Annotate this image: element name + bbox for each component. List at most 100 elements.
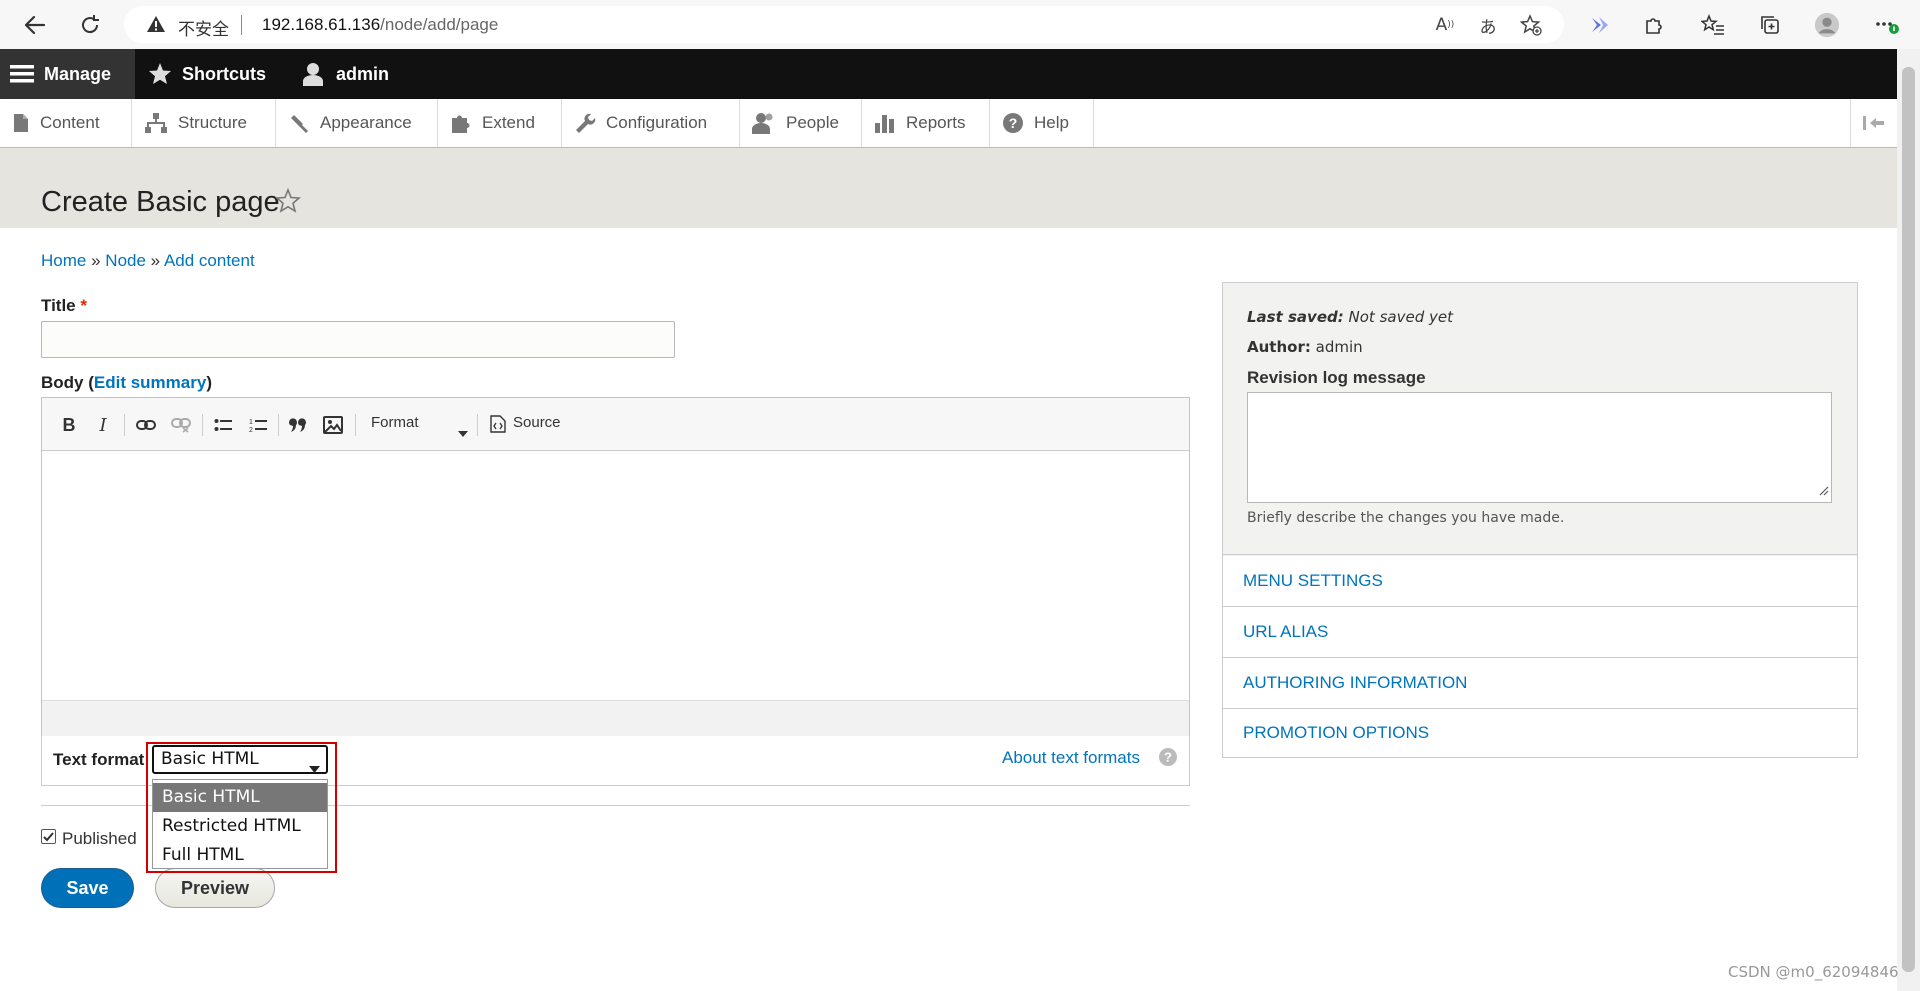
preview-button[interactable]: Preview xyxy=(155,868,275,908)
required-marker: * xyxy=(80,296,87,315)
toolbar-separator xyxy=(124,414,125,436)
read-aloud-icon[interactable]: A)) xyxy=(1434,14,1456,36)
help-icon: ? xyxy=(1003,113,1023,133)
file-icon xyxy=(14,114,28,132)
collapse-left-icon xyxy=(1863,116,1884,130)
image-icon[interactable] xyxy=(320,412,346,438)
collections-icon[interactable] xyxy=(1757,12,1783,38)
user-tab[interactable]: admin xyxy=(302,49,389,99)
about-text-formats-link[interactable]: About text formats xyxy=(1002,748,1140,768)
edit-summary-link[interactable]: Edit summary xyxy=(94,373,206,392)
star-filled-icon xyxy=(149,63,171,84)
toolbar-separator xyxy=(477,414,478,436)
author-line: Author: admin xyxy=(1247,338,1363,356)
source-code-icon xyxy=(490,415,506,437)
link-icon[interactable] xyxy=(133,412,159,438)
insecure-label: 不安全 xyxy=(178,20,229,40)
revision-log-label: Revision log message xyxy=(1247,368,1426,387)
tray-item-label: Extend xyxy=(482,113,535,132)
tray-item-appearance[interactable]: Appearance xyxy=(276,99,438,147)
tray-item-label: Content xyxy=(40,113,100,132)
breadcrumb: Home » Node » Add content xyxy=(41,251,255,271)
user-label: admin xyxy=(336,63,390,84)
tray-item-extend[interactable]: Extend xyxy=(438,99,562,147)
extensions-puzzle-icon[interactable] xyxy=(1641,12,1667,38)
shortcuts-tab[interactable]: Shortcuts xyxy=(148,49,266,99)
body-editor[interactable]: B I 12 Format Source xyxy=(41,397,1190,736)
breadcrumb-separator: » xyxy=(91,251,101,270)
text-format-label: Text format xyxy=(53,750,145,769)
author-label: Author: xyxy=(1247,338,1311,356)
refresh-icon[interactable] xyxy=(77,12,103,38)
section-menu-settings[interactable]: MENU SETTINGS xyxy=(1223,556,1857,607)
wrench-icon xyxy=(576,113,596,133)
browser-toolbar: 不安全 192.168.61.136/node/add/page A)) あ xyxy=(0,0,1920,49)
back-arrow-icon[interactable] xyxy=(22,12,48,38)
bulleted-list-icon[interactable] xyxy=(210,412,236,438)
tray-item-label: Help xyxy=(1034,113,1069,132)
format-dropdown[interactable]: Format xyxy=(371,414,419,431)
scrollbar-thumb[interactable] xyxy=(1902,67,1915,972)
profile-avatar-icon[interactable] xyxy=(1814,12,1840,38)
tray-item-label: Appearance xyxy=(320,113,412,132)
page-scrollbar[interactable] xyxy=(1897,49,1920,991)
toolbar-separator xyxy=(202,414,203,436)
admin-menu-tray: Content Structure Appearance Extend Conf… xyxy=(0,99,1897,148)
translate-icon[interactable]: あ xyxy=(1477,14,1499,38)
tray-item-people[interactable]: People xyxy=(740,99,862,147)
resize-grip-icon[interactable] xyxy=(1819,481,1829,500)
more-menu-icon[interactable] xyxy=(1874,12,1900,38)
last-saved-line: Last saved: Not saved yet xyxy=(1247,308,1453,326)
manage-label: Manage xyxy=(44,63,112,84)
numbered-list-icon[interactable]: 12 xyxy=(245,412,271,438)
help-circle-icon[interactable]: ? xyxy=(1158,747,1178,771)
breadcrumb-home[interactable]: Home xyxy=(41,251,86,270)
page-title: Create Basic page xyxy=(41,186,280,218)
tray-item-content[interactable]: Content xyxy=(0,99,132,147)
collapse-tray-button[interactable] xyxy=(1850,99,1897,147)
svg-text:?: ? xyxy=(1164,750,1172,765)
revision-log-textarea[interactable] xyxy=(1247,392,1832,503)
section-url-alias[interactable]: URL ALIAS xyxy=(1223,607,1857,658)
published-checkbox[interactable] xyxy=(41,829,56,844)
body-label-text: Body xyxy=(41,373,84,392)
body-label: Body (Edit summary) xyxy=(41,373,212,392)
svg-text:2: 2 xyxy=(249,427,253,433)
shortcut-star-icon[interactable] xyxy=(275,187,301,218)
svg-text:1: 1 xyxy=(249,419,253,426)
meta-sidebar: Last saved: Not saved yet Author: admin … xyxy=(1222,282,1858,758)
breadcrumb-node[interactable]: Node xyxy=(105,251,146,270)
meta-info-box: Last saved: Not saved yet Author: admin … xyxy=(1223,283,1857,555)
italic-icon[interactable]: I xyxy=(90,412,116,438)
editor-footer xyxy=(42,700,1189,736)
published-label: Published xyxy=(62,829,137,848)
favorites-icon[interactable] xyxy=(1700,12,1726,38)
blockquote-icon[interactable] xyxy=(285,412,311,438)
address-bar[interactable]: 不安全 192.168.61.136/node/add/page A)) あ xyxy=(124,6,1564,43)
source-button[interactable]: Source xyxy=(513,414,561,431)
paintbrush-icon xyxy=(291,115,308,133)
save-button[interactable]: Save xyxy=(41,868,134,908)
tray-item-label: Structure xyxy=(178,113,247,132)
address-separator xyxy=(241,15,242,35)
breadcrumb-add-content[interactable]: Add content xyxy=(164,251,255,270)
manage-tab[interactable]: Manage xyxy=(0,49,135,99)
section-promotion-options[interactable]: PROMOTION OPTIONS xyxy=(1223,709,1857,757)
tray-item-label: People xyxy=(786,113,839,132)
extension-bird-icon[interactable] xyxy=(1587,12,1613,38)
title-label: Title * xyxy=(41,296,87,316)
tray-item-configuration[interactable]: Configuration xyxy=(562,99,740,147)
unlink-icon[interactable] xyxy=(168,412,194,438)
tray-item-help[interactable]: ? Help xyxy=(990,99,1094,147)
shortcuts-label: Shortcuts xyxy=(182,63,267,84)
url-text[interactable]: 192.168.61.136/node/add/page xyxy=(262,15,498,35)
add-favorite-icon[interactable] xyxy=(1520,14,1542,36)
section-authoring-information[interactable]: AUTHORING INFORMATION xyxy=(1223,658,1857,709)
breadcrumb-separator: » xyxy=(150,251,161,270)
tray-item-structure[interactable]: Structure xyxy=(132,99,276,147)
bold-icon[interactable]: B xyxy=(56,412,82,438)
tray-item-reports[interactable]: Reports xyxy=(862,99,990,147)
admin-toolbar: Manage Shortcuts admin xyxy=(0,49,1897,99)
last-saved-value: Not saved yet xyxy=(1348,308,1453,326)
title-input[interactable] xyxy=(41,321,675,358)
